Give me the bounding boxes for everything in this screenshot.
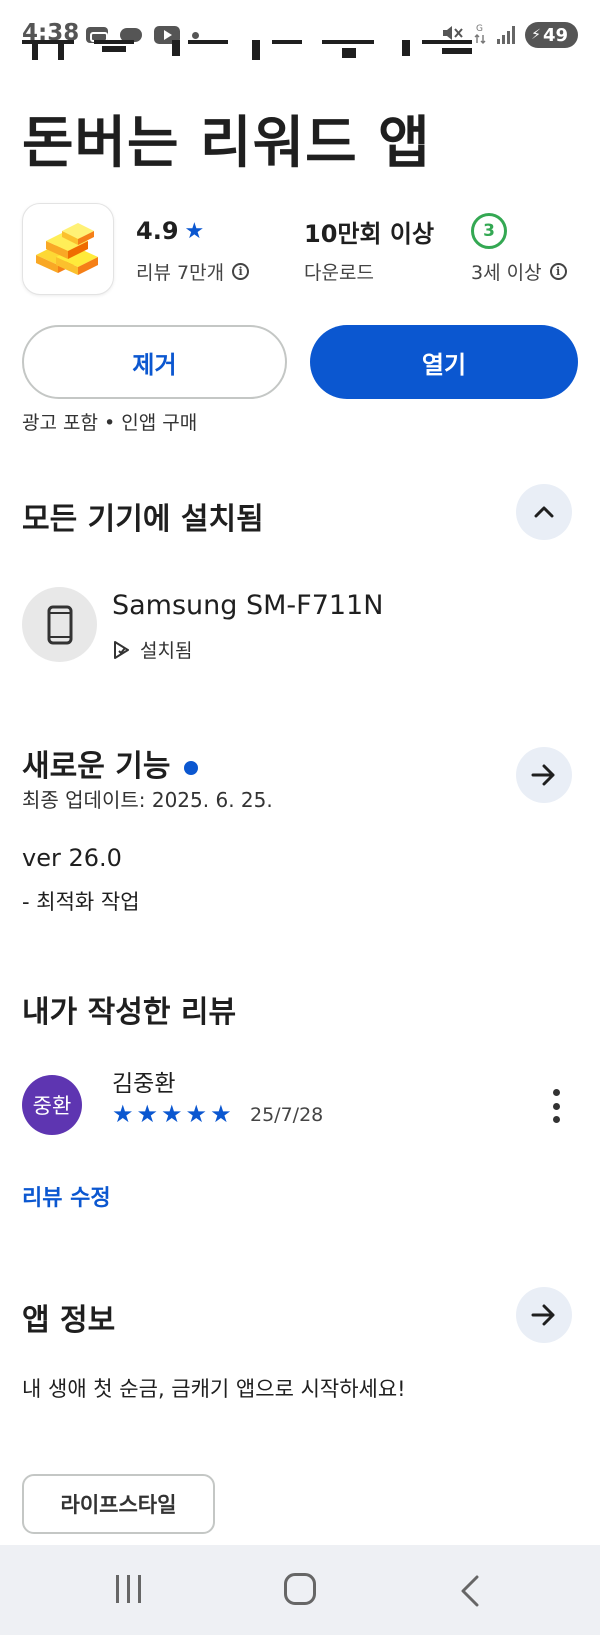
recent-apps-icon[interactable] — [116, 1575, 141, 1603]
play-check-icon — [114, 640, 129, 659]
rating-stat[interactable]: 4.9 ★ 리뷰 7만개 i — [136, 214, 250, 285]
back-icon[interactable] — [460, 1575, 480, 1611]
arrow-right-icon — [531, 1304, 555, 1326]
whats-new-arrow-button[interactable] — [516, 747, 572, 803]
dot-icon — [192, 31, 199, 39]
star-icon: ★ — [185, 1100, 208, 1128]
review-date: 25/7/28 — [250, 1104, 324, 1126]
system-nav-bar — [0, 1545, 600, 1635]
whats-new-title[interactable]: 새로운 기능 — [22, 741, 199, 785]
more-options-icon[interactable] — [550, 1089, 562, 1123]
info-icon[interactable]: i — [232, 263, 250, 280]
about-arrow-button[interactable] — [516, 1287, 572, 1343]
title-scrolled-glyphs — [22, 40, 472, 60]
version-text: ver 26.0 — [22, 844, 122, 872]
installed-label: 설치됨 — [140, 640, 193, 662]
review-stars: ★ ★ ★ ★ ★ — [112, 1100, 232, 1128]
my-review-title: 내가 작성한 리뷰 — [22, 995, 237, 1030]
collapse-devices-button[interactable] — [516, 484, 572, 540]
open-button[interactable]: 열기 — [310, 325, 578, 399]
star-icon: ★ — [112, 1100, 134, 1128]
device-install-status: 설치됨 — [112, 636, 192, 663]
star-icon: ★ — [184, 218, 205, 244]
home-icon[interactable] — [284, 1573, 316, 1605]
title-top-clip — [0, 40, 600, 80]
app-title-partial — [22, 40, 522, 80]
phone-icon — [47, 605, 72, 644]
age-rating-label: 3세 이상 — [471, 262, 542, 284]
age-rating-badge: 3 — [471, 213, 507, 249]
rating-value: 4.9 — [136, 217, 179, 245]
downloads-stat: 10만회 이상 다운로드 — [304, 214, 434, 285]
chevron-up-icon — [534, 506, 554, 518]
change-note: - 최적화 작업 — [22, 890, 140, 914]
review-count: 리뷰 7만개 — [136, 262, 225, 284]
svg-text:G: G — [476, 24, 483, 34]
devices-section-title: 모든 기기에 설치됨 — [22, 502, 264, 537]
age-rating-stat[interactable]: 3 3세 이상 i — [471, 213, 567, 285]
whats-new-title-text: 새로운 기능 — [22, 749, 171, 784]
downloads-label: 다운로드 — [304, 262, 374, 284]
avatar: 중환 — [22, 1075, 82, 1135]
arrow-right-icon — [531, 764, 555, 786]
uninstall-button[interactable]: 제거 — [22, 325, 287, 399]
star-icon: ★ — [161, 1100, 183, 1128]
info-icon[interactable]: i — [549, 263, 567, 280]
star-icon: ★ — [136, 1100, 159, 1128]
new-indicator-dot — [184, 760, 199, 775]
star-icon: ★ — [210, 1100, 232, 1128]
ads-iap-notice: 광고 포함 • 인앱 구매 — [22, 412, 198, 434]
about-description: 내 생애 첫 순금, 금캐기 앱으로 시작하세요! — [22, 1377, 406, 1401]
gold-bars-icon — [36, 223, 98, 275]
downloads-value: 10만회 이상 — [304, 219, 435, 248]
reviewer-name: 김중환 — [112, 1071, 176, 1097]
device-avatar — [22, 587, 97, 662]
device-name: Samsung SM-F711N — [112, 590, 384, 621]
app-title-line2: 돈버는 리워드 앱 — [22, 111, 431, 176]
category-chip[interactable]: 라이프스타일 — [22, 1474, 215, 1534]
last-updated: 최종 업데이트: 2025. 6. 25. — [22, 788, 273, 812]
app-icon — [22, 203, 114, 295]
about-app-title: 앱 정보 — [22, 1303, 116, 1338]
edit-review-link[interactable]: 리뷰 수정 — [22, 1180, 111, 1212]
